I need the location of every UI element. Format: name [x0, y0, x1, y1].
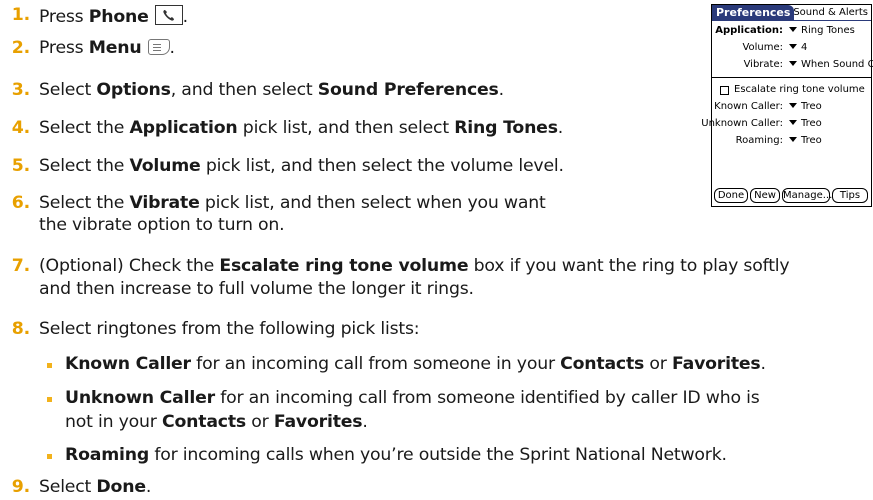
- escalate-checkbox[interactable]: [720, 86, 729, 95]
- step-7-continued: and then increase to full volume the lon…: [39, 279, 474, 299]
- step-bold: Ring Tones: [454, 118, 558, 138]
- known-caller-picklist[interactable]: Treo: [789, 100, 822, 113]
- volume-picklist[interactable]: 4: [789, 41, 807, 54]
- done-button[interactable]: Done: [714, 188, 748, 203]
- step-text: pick list, and then select when you want: [199, 193, 546, 213]
- picklist-arrow-icon: [789, 27, 797, 32]
- step-text: box if you want the ring to play softly: [468, 256, 790, 276]
- sound-preferences-screen: Preferences Sound & Alerts Application: …: [701, 4, 873, 207]
- step-text: (Optional) Check the: [39, 256, 220, 276]
- bullet-text: for incoming calls when you’re outside t…: [149, 445, 727, 465]
- category-picker[interactable]: Sound & Alerts: [793, 5, 868, 20]
- volume-label: Volume:: [742, 42, 783, 53]
- unknown-caller-value: Treo: [801, 118, 822, 129]
- picklist-arrow-icon: [789, 44, 797, 49]
- menu-key-icon: [147, 39, 170, 55]
- bullet-bold: Contacts: [162, 412, 246, 432]
- step-bold: Application: [129, 118, 238, 138]
- step-text: .: [145, 477, 152, 497]
- screen-header: Preferences Sound & Alerts: [712, 5, 871, 21]
- bullet-text: or: [245, 412, 274, 432]
- picklist-arrow-icon: [789, 61, 797, 66]
- phone-key-icon: [154, 5, 183, 25]
- step-text: Press: [39, 7, 89, 27]
- step-number: 1.: [11, 5, 30, 25]
- step-number: 9.: [11, 477, 30, 497]
- step-bold: Escalate ring tone volume: [219, 256, 469, 276]
- step-text: .: [557, 118, 564, 138]
- manage-button[interactable]: Manage...: [782, 188, 832, 203]
- step-bold: Done: [96, 477, 146, 497]
- step-bold: Menu: [88, 38, 142, 58]
- vibrate-picklist[interactable]: When Sound Off: [789, 58, 873, 71]
- step-text: pick list, and then select the volume le…: [200, 156, 564, 176]
- application-value: Ring Tones: [801, 25, 855, 36]
- volume-value: 4: [801, 42, 808, 53]
- roaming-picklist[interactable]: Treo: [789, 134, 822, 147]
- step-text: Select the: [39, 118, 130, 138]
- vibrate-value: When Sound Off: [801, 59, 873, 70]
- bullet-bold: Roaming: [65, 445, 150, 465]
- unknown-caller-label: Unknown Caller:: [701, 118, 783, 129]
- step-bold: Phone: [88, 7, 149, 27]
- bullet-marker: [47, 454, 52, 459]
- bullet-text: for an incoming call from someone in you…: [190, 354, 561, 374]
- step-text: Select the: [39, 193, 130, 213]
- step-6-continued: the vibrate option to turn on.: [39, 215, 285, 235]
- step-number: 5.: [11, 156, 30, 176]
- bullet-unknown-caller-continued: not in your Contacts or Favorites.: [65, 412, 368, 433]
- step-bold: Sound Preferences: [317, 80, 499, 100]
- bullet-text: .: [760, 354, 767, 374]
- screen-title: Preferences: [712, 5, 795, 20]
- step-bold: Options: [96, 80, 171, 100]
- step-number: 2.: [11, 38, 30, 58]
- step-number: 4.: [11, 118, 30, 138]
- step-text: Select ringtones from the following pick…: [39, 319, 420, 339]
- escalate-label: Escalate ring tone volume: [734, 84, 865, 95]
- step-bold: Volume: [129, 156, 201, 176]
- step-text: , and then select: [170, 80, 318, 100]
- bullet-marker: [47, 363, 52, 368]
- bullet-bold: Favorites: [273, 412, 363, 432]
- step-text: Select: [39, 80, 97, 100]
- bullet-text: .: [362, 412, 368, 432]
- step-text: pick list, and then select: [237, 118, 455, 138]
- picklist-arrow-icon: [789, 137, 797, 142]
- roaming-label: Roaming:: [735, 135, 783, 146]
- known-caller-value: Treo: [801, 101, 822, 112]
- application-label: Application:: [715, 25, 783, 36]
- roaming-value: Treo: [801, 135, 822, 146]
- picklist-arrow-icon: [789, 103, 797, 108]
- step-bold: Vibrate: [129, 193, 200, 213]
- known-caller-label: Known Caller:: [714, 101, 783, 112]
- divider: [712, 77, 871, 78]
- picklist-arrow-icon: [789, 120, 797, 125]
- bullet-text: for an incoming call from someone identi…: [214, 388, 760, 408]
- bullet-bold: Favorites: [672, 354, 761, 374]
- bullet-bold: Contacts: [560, 354, 645, 374]
- bullet-text: not in your: [65, 412, 162, 432]
- step-number: 6.: [11, 193, 30, 213]
- bullet-bold: Unknown Caller: [65, 388, 215, 408]
- application-picklist[interactable]: Ring Tones: [789, 24, 855, 37]
- bullet-text: or: [644, 354, 673, 374]
- step-text: Press: [39, 38, 89, 58]
- unknown-caller-picklist[interactable]: Treo: [789, 117, 822, 130]
- tips-button[interactable]: Tips: [832, 188, 868, 203]
- step-number: 8.: [11, 319, 30, 339]
- bullet-marker: [47, 397, 52, 402]
- step-text: Select: [39, 477, 97, 497]
- step-text: .: [498, 80, 505, 100]
- step-text: Select the: [39, 156, 130, 176]
- bullet-bold: Known Caller: [65, 354, 191, 374]
- vibrate-label: Vibrate:: [743, 59, 783, 70]
- new-button[interactable]: New: [750, 188, 780, 203]
- step-number: 3.: [11, 80, 30, 100]
- step-number: 7.: [11, 256, 30, 276]
